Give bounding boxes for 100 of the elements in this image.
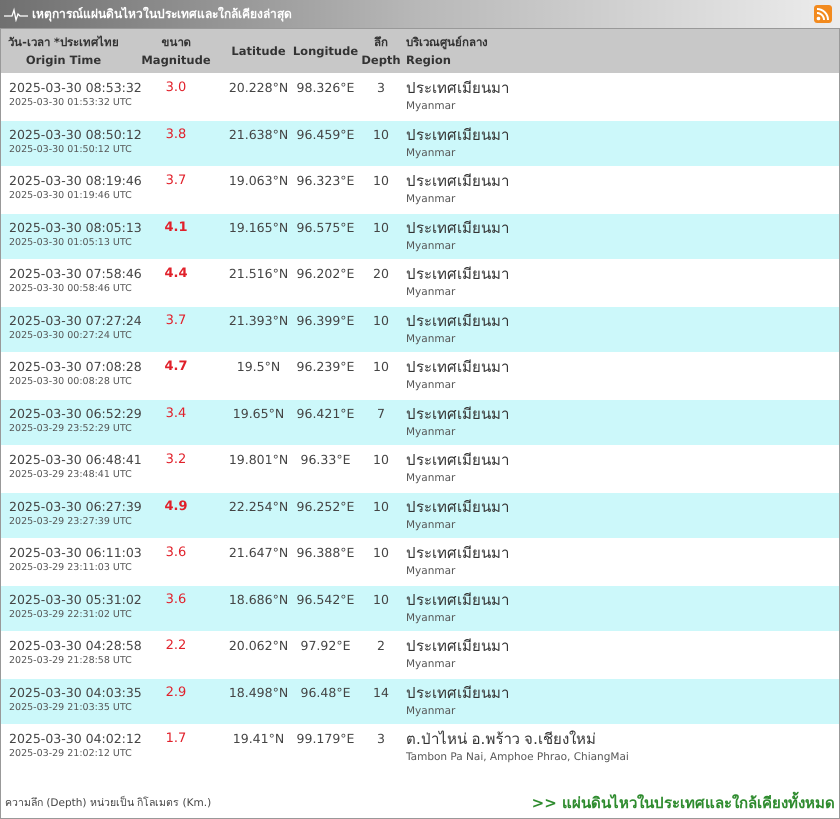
local-time: 2025-03-30 04:28:58 [9,637,142,654]
region-thai: ประเทศเมียนมา [406,78,509,99]
latitude: 18.498°N [228,684,288,700]
region-english: Myanmar [406,99,456,113]
local-time: 2025-03-30 07:27:24 [9,312,142,328]
depth: 10 [373,358,389,375]
region-english: Myanmar [406,704,456,718]
longitude: 96.323°E [296,172,354,189]
region-english: Myanmar [406,610,456,624]
magnitude: 3.0 [166,79,186,96]
region-thai: ประเทศเมียนมา [406,682,509,704]
local-time: 2025-03-30 08:53:32 [9,79,142,96]
utc-time: 2025-03-29 21:02:12 UTC [9,747,132,761]
local-time: 2025-03-30 08:50:12 [9,126,142,142]
magnitude: 1.7 [166,730,186,747]
region-thai: ประเทศเมียนมา [406,357,509,378]
region-english: Myanmar [406,146,456,160]
latitude: 21.647°N [228,544,288,561]
latitude: 19.801°N [228,451,288,468]
magnitude: 3.8 [166,126,186,142]
depth: 10 [373,126,389,142]
longitude: 99.179°E [296,730,354,747]
region-english: Myanmar [406,424,456,438]
longitude: 96.202°E [296,265,354,282]
local-time: 2025-03-30 06:52:29 [9,404,142,422]
longitude: 96.48°E [300,684,350,700]
column-heading: Region [406,52,451,69]
local-time: 2025-03-30 08:19:46 [9,172,142,189]
latitude: 21.393°N [228,312,288,328]
depth: 10 [373,590,389,608]
latitude: 20.228°N [228,79,288,96]
longitude: 96.459°E [296,126,354,142]
seismograph-icon [4,6,28,22]
magnitude: 4.4 [164,265,188,282]
longitude: 96.252°E [296,498,354,514]
utc-time: 2025-03-29 23:27:39 UTC [9,514,132,528]
depth: 7 [377,404,385,422]
depth: 14 [373,684,389,700]
magnitude: 3.6 [166,544,186,561]
region-thai: ประเทศเมียนมา [406,496,509,518]
magnitude: 4.1 [164,218,188,236]
region-thai: ประเทศเมียนมา [406,124,509,146]
latitude: 19.41°N [232,730,284,747]
depth: 10 [373,451,389,468]
local-time: 2025-03-30 06:27:39 [9,498,142,514]
rss-icon[interactable] [814,5,832,23]
local-time: 2025-03-30 05:31:02 [9,590,142,608]
latitude: 22.254°N [228,498,288,514]
region-thai: ประเทศเมียนมา [406,404,509,424]
longitude: 96.399°E [296,312,354,328]
longitude: 96.239°E [296,358,354,375]
region-english: Myanmar [406,378,456,392]
region-english: Myanmar [406,471,456,485]
column-heading: Magnitude [141,52,211,69]
depth: 10 [373,218,389,236]
longitude: 96.542°E [296,590,354,608]
depth: 10 [373,312,389,328]
local-time: 2025-03-30 06:48:41 [9,451,142,468]
region-thai: ประเทศเมียนมา [406,450,509,471]
latitude: 21.638°N [228,126,288,142]
latitude: 19.5°N [236,358,280,375]
column-heading-thai: วัน-เวลา *ประเทศไทย [8,34,119,51]
magnitude: 3.6 [166,590,186,608]
utc-time: 2025-03-29 23:11:03 UTC [9,561,132,575]
utc-time: 2025-03-30 00:08:28 UTC [9,375,132,389]
all-earthquakes-link[interactable]: >> แผ่นดินไหวในประเทศและใกล้เคียงทั้งหมด [532,792,835,814]
depth: 10 [373,172,389,189]
region-thai: ประเทศเมียนมา [406,171,509,192]
utc-time: 2025-03-29 21:28:58 UTC [9,654,132,668]
magnitude: 3.7 [166,172,186,189]
region-thai: ประเทศเมียนมา [406,218,509,238]
column-heading-thai: ขนาด [162,34,190,51]
local-time: 2025-03-30 07:58:46 [9,265,142,282]
latitude: 19.165°N [228,218,288,236]
magnitude: 2.9 [166,684,186,700]
utc-time: 2025-03-29 23:52:29 UTC [9,422,132,436]
region-english: Myanmar [406,564,456,578]
region-thai: ประเทศเมียนมา [406,310,509,332]
latitude: 20.062°N [228,637,288,654]
column-heading: Longitude [292,43,358,60]
panel-title: เหตุการณ์แผ่นดินไหวในประเทศและใกล้เคียงล่าสุด [32,6,292,23]
depth: 20 [373,265,389,282]
longitude: 96.421°E [296,404,354,422]
region-thai: ประเทศเมียนมา [406,264,509,285]
utc-time: 2025-03-29 23:48:41 UTC [9,468,132,482]
region-english: Tambon Pa Nai, Amphoe Phrao, ChiangMai [406,750,629,764]
local-time: 2025-03-30 04:02:12 [9,730,142,747]
magnitude: 2.2 [166,637,186,654]
region-english: Myanmar [406,192,456,206]
depth: 10 [373,498,389,514]
utc-time: 2025-03-30 01:50:12 UTC [9,142,132,156]
longitude: 97.92°E [300,637,350,654]
longitude: 98.326°E [296,79,354,96]
local-time: 2025-03-30 04:03:35 [9,684,142,700]
region-thai: ประเทศเมียนมา [406,543,509,564]
depth: 2 [377,637,385,654]
latitude: 18.686°N [228,590,288,608]
region-thai: ประเทศเมียนมา [406,636,509,657]
latitude: 19.65°N [232,404,284,422]
magnitude: 3.2 [166,451,186,468]
